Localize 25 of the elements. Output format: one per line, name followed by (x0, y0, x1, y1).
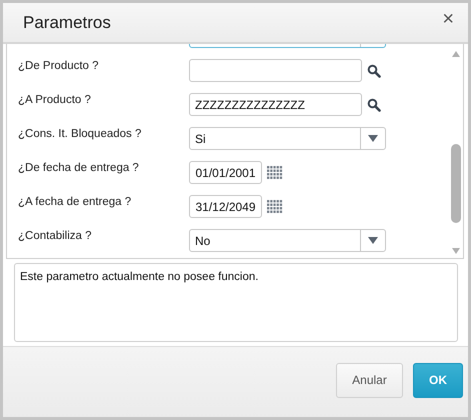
caret-icon (368, 135, 378, 142)
calendar-icon[interactable] (267, 166, 283, 180)
field-label: ¿De Producto ? (18, 60, 99, 72)
field-label: ¿A fecha de entrega ? (18, 196, 132, 208)
field-label: ¿Contabiliza ? (18, 230, 92, 242)
field-label: ¿Cons. It. Bloqueados ? (18, 128, 142, 140)
close-button[interactable]: × (438, 8, 458, 31)
dropdown[interactable]: Si (189, 127, 386, 150)
input-field[interactable]: ZZZZZZZZZZZZZZZ (189, 93, 362, 116)
dropdown[interactable]: No (189, 229, 386, 252)
date-field[interactable]: 31/12/2049 (189, 195, 262, 218)
window-title: Parametros (23, 12, 111, 32)
search-icon[interactable] (367, 64, 381, 78)
caret-icon (368, 237, 378, 244)
date-field[interactable]: 01/01/2001 (189, 161, 262, 184)
help-text: Este parametro actualmente no posee funcion. (20, 271, 258, 283)
field-label: ¿A Producto ? (18, 94, 91, 106)
scrollbar-thumb[interactable] (451, 144, 461, 223)
scroll-down-icon[interactable] (452, 248, 460, 254)
scroll-up-icon[interactable] (452, 51, 460, 57)
search-icon[interactable] (367, 98, 381, 112)
field-label: ¿De fecha de entrega ? (18, 162, 139, 174)
input-field[interactable] (189, 59, 362, 82)
cancel-button[interactable]: Anular (336, 362, 403, 398)
calendar-icon[interactable] (267, 200, 283, 214)
